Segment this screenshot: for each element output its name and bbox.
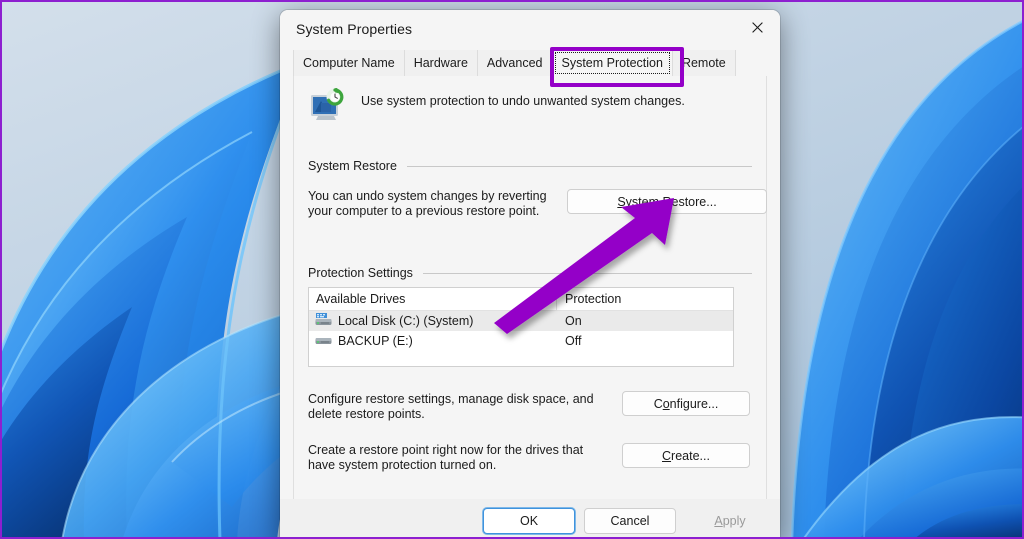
system-restore-button[interactable]: System Restore... (567, 189, 767, 214)
button-label: pply (722, 514, 746, 528)
tab-label: Remote (681, 55, 726, 70)
close-icon[interactable] (734, 10, 780, 44)
tab-label: Computer Name (303, 55, 395, 70)
create-description: Create a restore point right now for the… (308, 443, 584, 472)
column-header-available-drives[interactable]: Available Drives (309, 288, 557, 310)
system-drive-icon (315, 312, 332, 330)
tab-computer-name[interactable]: Computer Name (293, 50, 405, 76)
tab-label: System Protection (561, 55, 663, 70)
dialog-footer: OK Cancel Apply (280, 499, 780, 537)
table-row[interactable]: BACKUP (E:) Off (309, 331, 733, 351)
system-properties-dialog: System Properties Computer Name Hardware… (280, 10, 780, 537)
accel-char: A (714, 514, 723, 528)
accel-char: S (617, 194, 626, 209)
ok-button[interactable]: OK (483, 508, 575, 534)
tab-strip: Computer Name Hardware Advanced System P… (293, 50, 767, 76)
button-label: OK (519, 514, 539, 528)
configure-description: Configure restore settings, manage disk … (308, 392, 594, 421)
button-label-part: nfigure... (669, 396, 719, 411)
accel-char: o (662, 396, 670, 411)
available-drives-table[interactable]: Available Drives Protection Local Disk (… (308, 287, 734, 367)
system-restore-description: You can undo system changes by reverting… (308, 189, 547, 218)
group-divider (422, 272, 752, 274)
table-header-row: Available Drives Protection (309, 288, 733, 311)
button-label: ystem Restore... (625, 194, 717, 209)
title-bar: System Properties (280, 10, 780, 50)
system-protection-icon (308, 87, 346, 125)
intro-text: Use system protection to undo unwanted s… (361, 94, 685, 108)
screenshot-root: System Properties Computer Name Hardware… (0, 0, 1024, 539)
tab-system-protection[interactable]: System Protection (552, 50, 673, 76)
intro-row: Use system protection to undo unwanted s… (308, 87, 685, 125)
button-label: Cancel (610, 514, 650, 528)
system-restore-group-header: System Restore (308, 159, 752, 173)
table-row[interactable]: Local Disk (C:) (System) On (309, 311, 733, 331)
accel-char: C (662, 448, 672, 463)
apply-button: Apply (684, 508, 776, 534)
tab-hardware[interactable]: Hardware (404, 50, 478, 76)
tab-remote[interactable]: Remote (672, 50, 736, 76)
create-button[interactable]: Create... (622, 443, 750, 468)
configure-button[interactable]: Co nfigure... (622, 391, 750, 416)
group-label: System Restore (308, 159, 397, 173)
drive-name: BACKUP (E:) (338, 334, 413, 348)
group-divider (406, 165, 752, 167)
tab-label: Hardware (413, 55, 468, 70)
cancel-button[interactable]: Cancel (584, 508, 676, 534)
drive-name: Local Disk (C:) (System) (338, 314, 474, 328)
tab-label: Advanced (486, 55, 543, 70)
system-protection-tab-page: Use system protection to undo unwanted s… (293, 76, 767, 500)
protection-settings-group-header: Protection Settings (308, 266, 752, 280)
column-header-protection[interactable]: Protection (557, 288, 733, 310)
drive-protection-state: Off (565, 334, 582, 348)
group-label: Protection Settings (308, 266, 413, 280)
window-title: System Properties (296, 21, 413, 37)
button-label-part: C (653, 396, 663, 411)
drive-icon (315, 333, 332, 350)
drive-protection-state: On (565, 314, 582, 328)
tab-advanced[interactable]: Advanced (477, 50, 553, 76)
button-label: reate... (671, 448, 710, 463)
